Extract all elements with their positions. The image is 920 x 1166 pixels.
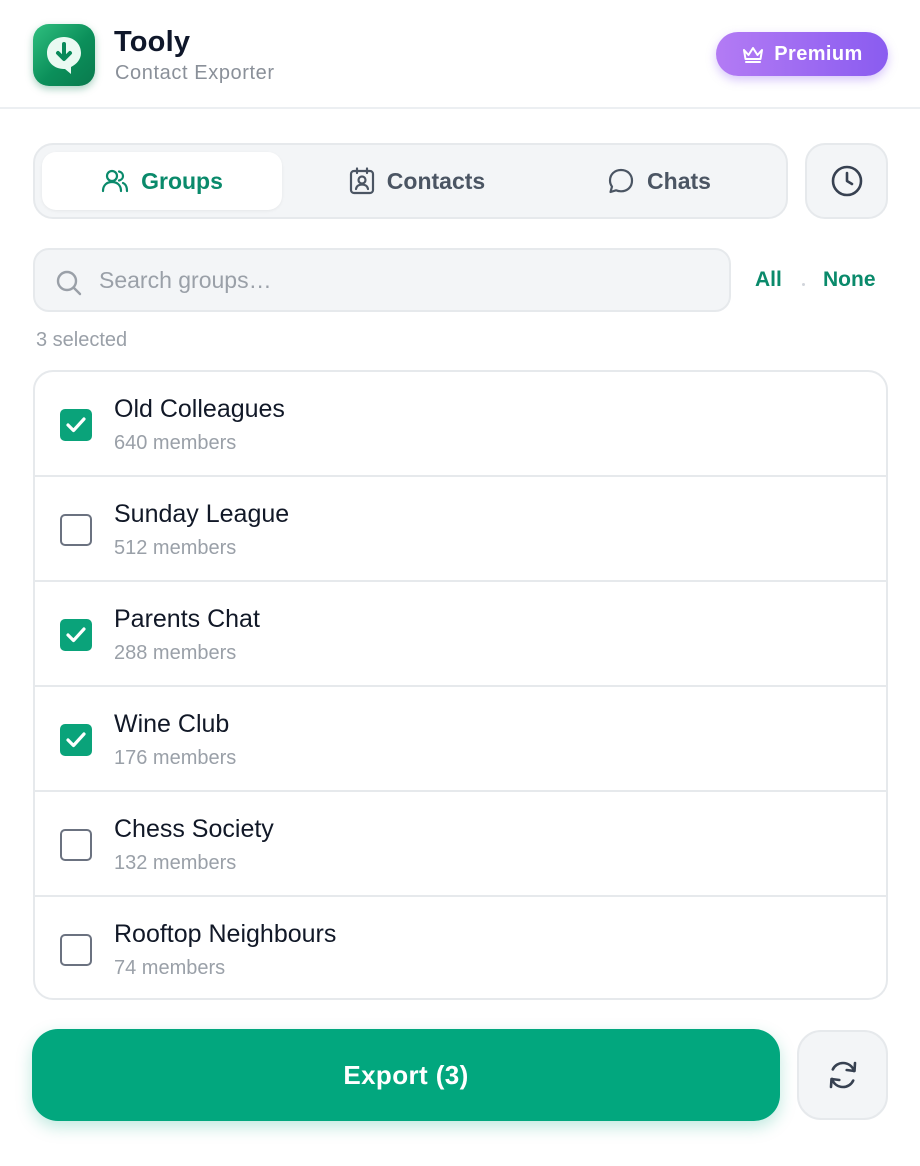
group-checkbox[interactable] [60, 829, 92, 861]
search-icon [56, 270, 82, 296]
check-icon [66, 732, 86, 748]
tab-groups-label: Groups [141, 167, 223, 194]
clock-icon [831, 165, 862, 197]
app-logo [33, 24, 95, 86]
check-icon [66, 417, 86, 433]
export-button[interactable]: Export (3) [32, 1029, 780, 1121]
group-member-count: 176 members [114, 747, 237, 769]
group-name: Chess Society [114, 815, 274, 843]
select-all-link[interactable]: All [755, 268, 782, 292]
tab-bar: Groups Contacts Chats [33, 143, 788, 219]
group-member-count: 288 members [114, 642, 237, 664]
list-item[interactable]: Chess Society 132 members [35, 792, 886, 897]
tab-chats-label: Chats [647, 167, 711, 194]
group-member-count: 640 members [114, 432, 237, 454]
group-member-count: 74 members [114, 957, 226, 979]
users-icon [102, 169, 129, 193]
tab-groups[interactable]: Groups [42, 152, 282, 210]
group-name: Parents Chat [114, 605, 260, 633]
list-item[interactable]: Wine Club 176 members [35, 687, 886, 792]
select-none-link[interactable]: None [823, 268, 876, 292]
tab-contacts-label: Contacts [386, 167, 486, 194]
app-header: Tooly Contact Exporter Premium [0, 0, 920, 109]
history-button[interactable] [805, 143, 888, 219]
separator-dot [802, 283, 805, 286]
group-name: Wine Club [114, 710, 230, 738]
group-name: Old Colleagues [114, 395, 285, 423]
check-icon [66, 627, 86, 643]
list-item[interactable]: Sunday League 512 members [35, 477, 886, 582]
download-bubble-icon [47, 37, 81, 74]
premium-button[interactable]: Premium [716, 32, 888, 76]
group-list: Old Colleagues 640 members Sunday League… [33, 370, 888, 1000]
tab-contacts[interactable]: Contacts [297, 152, 537, 210]
group-checkbox[interactable] [60, 514, 92, 546]
group-member-count: 512 members [114, 537, 237, 559]
group-name: Sunday League [114, 500, 290, 528]
search-input[interactable] [99, 260, 719, 300]
chat-bubble-icon [608, 168, 634, 194]
crown-icon [743, 47, 764, 63]
list-item[interactable]: Old Colleagues 640 members [35, 372, 886, 477]
group-checkbox[interactable] [60, 724, 92, 756]
list-item[interactable]: Parents Chat 288 members [35, 582, 886, 687]
group-checkbox[interactable] [60, 619, 92, 651]
group-member-count: 132 members [114, 852, 237, 874]
refresh-icon [829, 1061, 856, 1089]
app-subtitle: Contact Exporter [115, 62, 275, 84]
app-title: Tooly [114, 26, 191, 58]
contact-card-icon [349, 167, 374, 195]
premium-label: Premium [774, 42, 863, 65]
group-checkbox[interactable] [60, 934, 92, 966]
group-name: Rooftop Neighbours [114, 920, 337, 948]
tab-chats[interactable]: Chats [543, 152, 775, 210]
group-checkbox[interactable] [60, 409, 92, 441]
search-box [33, 248, 731, 312]
refresh-button[interactable] [797, 1030, 888, 1120]
selected-count: 3 selected [36, 329, 128, 351]
list-item[interactable]: Rooftop Neighbours 74 members [35, 897, 886, 998]
